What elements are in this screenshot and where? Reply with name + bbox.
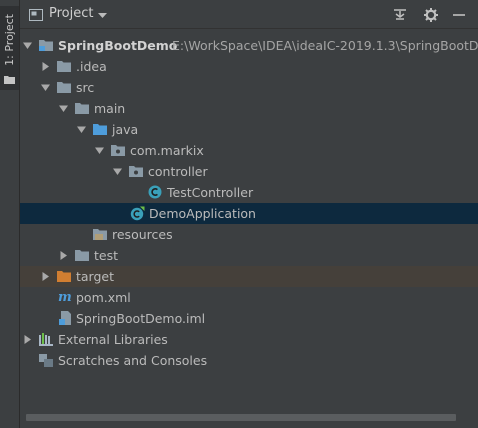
collapsed-arrow-icon[interactable] xyxy=(59,251,68,260)
collapsed-arrow-icon[interactable] xyxy=(41,272,50,281)
expanded-arrow-icon[interactable] xyxy=(95,146,104,155)
libraries-icon xyxy=(39,333,53,346)
tree-label-iml: SpringBootDemo.iml xyxy=(76,311,206,326)
package-icon xyxy=(129,166,143,177)
folder-icon xyxy=(75,250,89,261)
project-tool-tab[interactable]: 1: Project xyxy=(0,6,19,90)
project-panel: Project SpringBootDemo E:\WorkSpace\IDEA… xyxy=(20,0,478,428)
tree-row-controller[interactable]: controller xyxy=(20,161,478,182)
tree-label-pom: pom.xml xyxy=(76,290,131,305)
tree-label-java: java xyxy=(112,122,139,137)
expanded-arrow-icon[interactable] xyxy=(77,125,86,134)
resources-folder-icon xyxy=(93,229,107,240)
tree-label-test: test xyxy=(94,248,119,263)
expanded-arrow-icon[interactable] xyxy=(59,104,68,113)
tree-row-project-root[interactable]: SpringBootDemo E:\WorkSpace\IDEA\ideaIC-… xyxy=(20,35,478,56)
gear-icon[interactable] xyxy=(423,7,439,23)
tree-row-external-libraries[interactable]: External Libraries xyxy=(20,329,478,350)
tree-label-external-libraries: External Libraries xyxy=(58,332,168,347)
tree-row-scratches[interactable]: Scratches and Consoles xyxy=(20,350,478,371)
horizontal-scrollbar[interactable] xyxy=(20,410,478,428)
spring-boot-class-icon xyxy=(130,206,145,221)
folder-icon xyxy=(4,76,15,84)
tree-row-idea[interactable]: .idea xyxy=(20,56,478,77)
folder-icon xyxy=(57,82,71,93)
tree-label-controller: controller xyxy=(148,164,208,179)
source-folder-icon xyxy=(93,124,107,135)
collapse-all-icon[interactable] xyxy=(392,7,408,23)
tree-row-test[interactable]: test xyxy=(20,245,478,266)
scratches-icon xyxy=(39,354,53,367)
tree-label-package: com.markix xyxy=(130,143,204,158)
collapsed-arrow-icon[interactable] xyxy=(23,335,32,344)
tree-row-test-controller[interactable]: TestController xyxy=(20,182,478,203)
project-tree: SpringBootDemo E:\WorkSpace\IDEA\ideaIC-… xyxy=(20,30,478,408)
folder-icon xyxy=(57,61,71,72)
tree-row-src[interactable]: src xyxy=(20,77,478,98)
maven-icon: m xyxy=(58,290,72,305)
minimize-icon[interactable] xyxy=(451,7,467,23)
expanded-arrow-icon[interactable] xyxy=(113,167,122,176)
panel-title[interactable]: Project xyxy=(49,6,93,21)
tree-row-iml[interactable]: SpringBootDemo.iml xyxy=(20,308,478,329)
tree-row-pom[interactable]: m pom.xml xyxy=(20,287,478,308)
left-tool-strip: 1: Project xyxy=(0,0,20,428)
tree-label-demo-application: DemoApplication xyxy=(149,206,256,221)
module-folder-icon xyxy=(39,40,53,51)
tree-label-src: src xyxy=(76,80,95,95)
tree-row-demo-application[interactable]: DemoApplication xyxy=(20,203,478,224)
tree-label-main: main xyxy=(94,101,126,116)
package-icon xyxy=(111,145,125,156)
folder-icon xyxy=(75,103,89,114)
project-path: E:\WorkSpace\IDEA\ideaIC-2019.1.3\Spring… xyxy=(172,38,478,53)
tree-row-resources[interactable]: resources xyxy=(20,224,478,245)
collapsed-arrow-icon[interactable] xyxy=(41,62,50,71)
chevron-down-icon[interactable] xyxy=(98,13,107,19)
tree-row-package[interactable]: com.markix xyxy=(20,140,478,161)
project-tool-tab-label: 1: Project xyxy=(3,14,16,66)
tree-row-target[interactable]: target xyxy=(20,266,478,287)
expanded-arrow-icon[interactable] xyxy=(23,41,32,50)
iml-file-icon xyxy=(59,311,71,325)
class-icon xyxy=(148,185,162,199)
tree-label-resources: resources xyxy=(112,227,173,242)
excluded-folder-icon xyxy=(57,271,71,282)
scrollbar-thumb[interactable] xyxy=(26,414,456,421)
tree-label-idea: .idea xyxy=(76,59,107,74)
tree-row-java[interactable]: java xyxy=(20,119,478,140)
tree-label-scratches: Scratches and Consoles xyxy=(58,353,208,368)
expanded-arrow-icon[interactable] xyxy=(41,83,50,92)
panel-header: Project xyxy=(20,0,478,29)
project-name: SpringBootDemo xyxy=(58,38,178,53)
project-folder-icon xyxy=(29,9,43,21)
tree-label-target: target xyxy=(76,269,115,284)
tree-row-main[interactable]: main xyxy=(20,98,478,119)
tree-label-test-controller: TestController xyxy=(167,185,254,200)
